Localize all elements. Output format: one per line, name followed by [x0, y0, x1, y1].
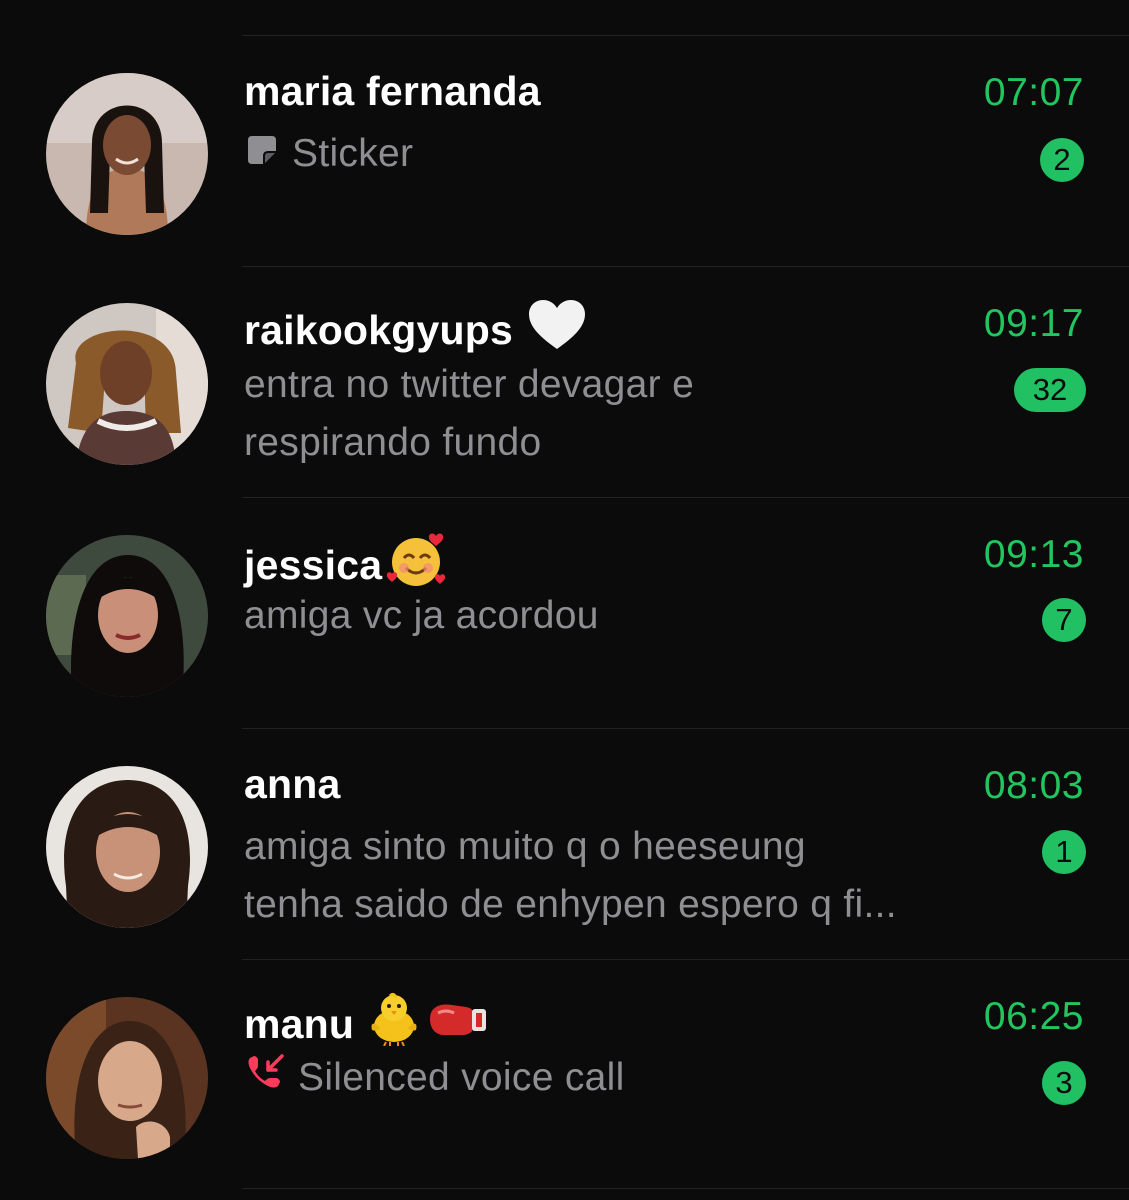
contact-name: anna [244, 761, 341, 808]
unread-badge: 3 [1042, 1061, 1086, 1105]
preview-line: respirando fundo [244, 421, 542, 464]
divider [242, 1188, 1129, 1189]
timestamp: 09:13 [983, 533, 1084, 576]
avatar[interactable] [46, 73, 208, 235]
avatar-photo [46, 766, 208, 928]
avatar-photo [46, 73, 208, 235]
baby-chick-icon [368, 992, 420, 1056]
message-preview: amiga sinto muito q o heeseung tenha sai… [244, 818, 984, 934]
unread-badge: 2 [1040, 138, 1084, 182]
avatar[interactable] [46, 303, 208, 465]
chat-row-maria-fernanda[interactable]: maria fernanda 07:07 Sticker 2 [0, 36, 1129, 267]
contact-name-text: manu [244, 1000, 355, 1047]
chat-row-anna[interactable]: anna 08:03 amiga sinto muito q o heeseun… [0, 729, 1129, 960]
sticker-icon [244, 127, 280, 185]
unread-badge: 7 [1042, 598, 1086, 642]
missed-call-icon [244, 1051, 286, 1109]
avatar[interactable] [46, 997, 208, 1159]
timestamp: 07:07 [983, 71, 1084, 114]
contact-name-text: anna [244, 761, 341, 807]
timestamp: 08:03 [983, 764, 1084, 807]
unread-badge: 32 [1014, 368, 1086, 412]
contact-name: maria fernanda [244, 68, 541, 115]
chat-list: maria fernanda 07:07 Sticker 2 raikookgy… [0, 0, 1129, 1200]
avatar-photo [46, 997, 208, 1159]
preview-text: Sticker [292, 132, 414, 175]
message-preview: Silenced voice call [244, 1049, 984, 1109]
chat-row-raikookgyups[interactable]: raikookgyups 09:17 entra no twitter deva… [0, 267, 1129, 498]
contact-name: raikookgyups [244, 299, 587, 361]
preview-line: tenha saido de enhypen espero q fi... [244, 883, 897, 926]
chat-row-manu[interactable]: manu 06:25 Silenced voice call 3 [0, 960, 1129, 1191]
avatar-photo [46, 535, 208, 697]
timestamp: 09:17 [983, 302, 1084, 345]
contact-name-text: raikookgyups [244, 306, 513, 353]
message-preview: amiga vc ja acordou [244, 587, 984, 645]
preview-line: amiga sinto muito q o heeseung [244, 825, 806, 868]
avatar-photo [46, 303, 208, 465]
avatar[interactable] [46, 535, 208, 697]
message-preview: entra no twitter devagar e respirando fu… [244, 356, 984, 472]
avatar[interactable] [46, 766, 208, 928]
contact-name: manu [244, 992, 488, 1056]
message-preview: Sticker [244, 125, 984, 185]
preview-text: Silenced voice call [298, 1056, 625, 1099]
contact-name-text: jessica [244, 541, 383, 588]
unread-badge: 1 [1042, 830, 1086, 874]
preview-line: amiga vc ja acordou [244, 594, 599, 637]
chat-row-jessica[interactable]: jessica 09:13 amiga vc ja acordou 7 [0, 498, 1129, 729]
boxing-glove-icon [426, 999, 488, 1049]
white-heart-icon [527, 299, 587, 361]
contact-name-text: maria fernanda [244, 68, 541, 114]
preview-line: entra no twitter devagar e [244, 363, 695, 406]
timestamp: 06:25 [983, 995, 1084, 1038]
